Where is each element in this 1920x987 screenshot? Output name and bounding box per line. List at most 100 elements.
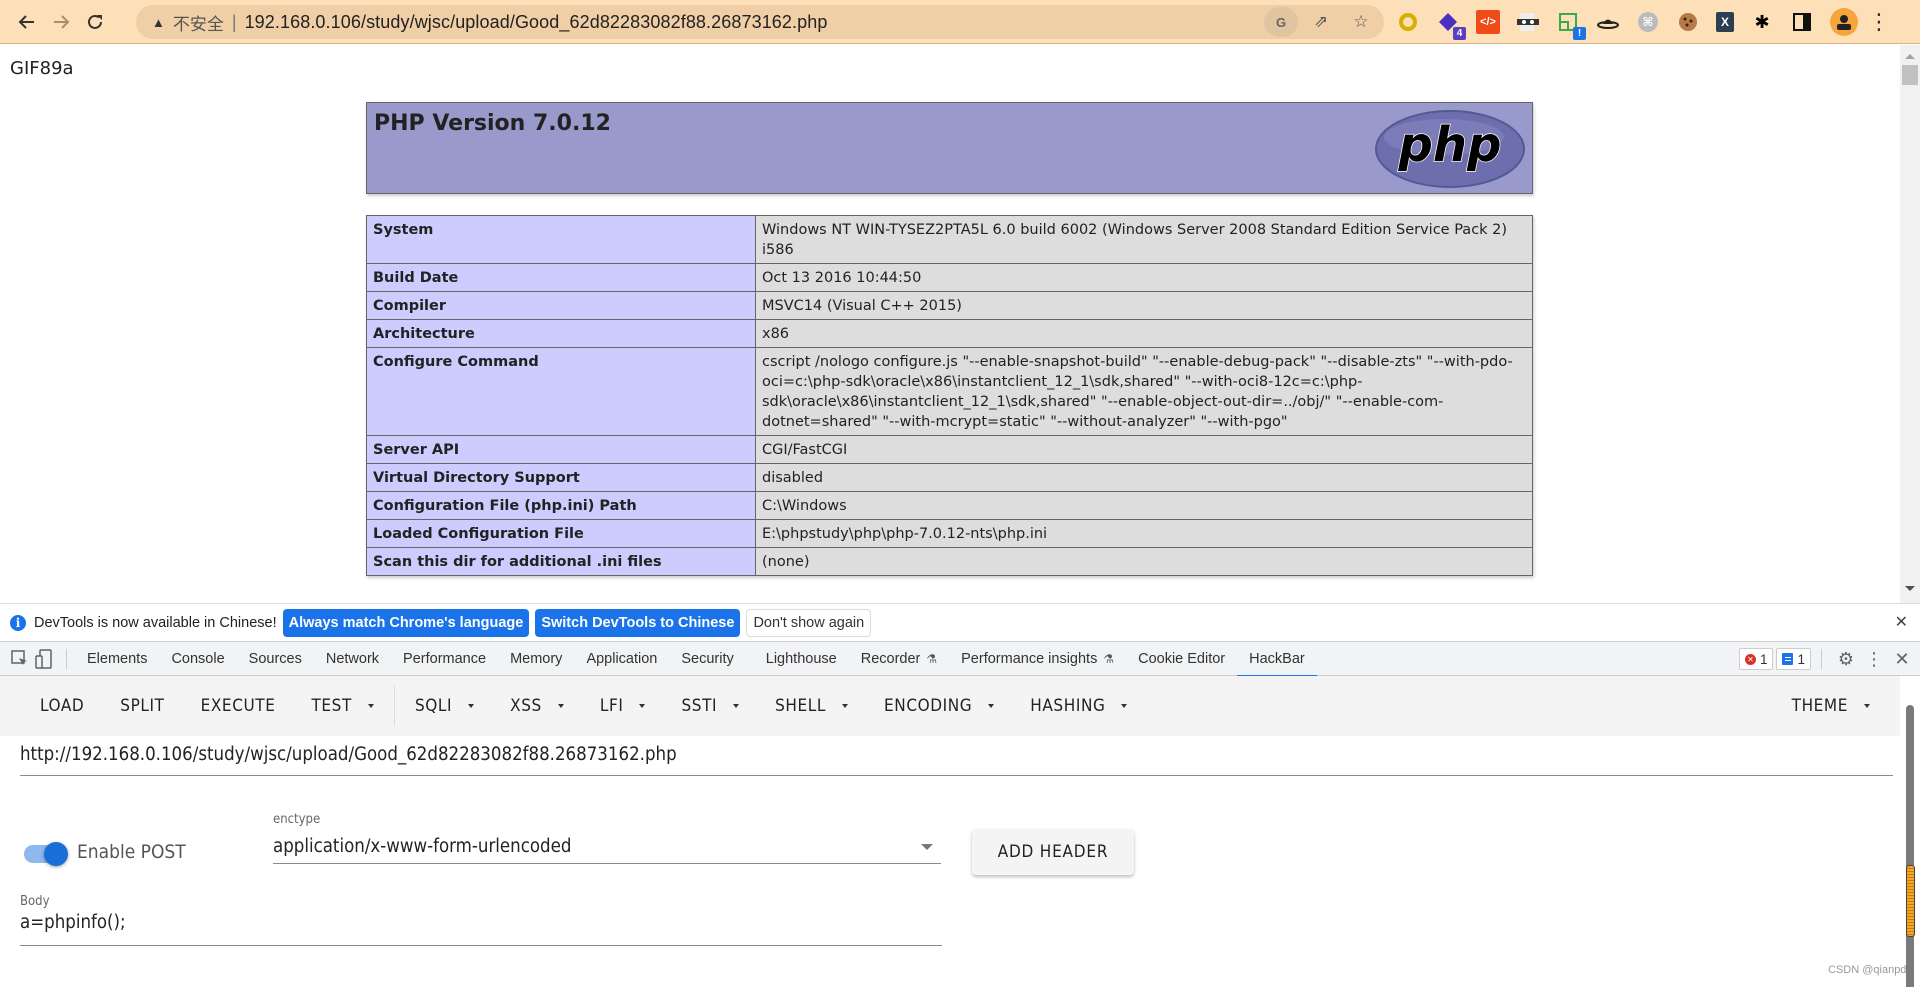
- dont-show-again-button[interactable]: Don't show again: [746, 608, 872, 637]
- hackbar-scrollbar-thumb[interactable]: [1906, 865, 1915, 937]
- x-extension[interactable]: X: [1716, 12, 1734, 32]
- banner-close-icon[interactable]: ✕: [1895, 612, 1908, 632]
- side-panel-button[interactable]: [1790, 10, 1814, 34]
- device-toolbar-button[interactable]: [32, 647, 56, 671]
- tab-sources[interactable]: Sources: [237, 642, 314, 676]
- watermark: CSDN @qianpd: [1828, 964, 1907, 976]
- scrollbar-thumb[interactable]: [1902, 65, 1918, 85]
- url-input-value[interactable]: http://192.168.0.106/study/wjsc/upload/G…: [20, 744, 677, 765]
- tab-cookie-editor[interactable]: Cookie Editor: [1126, 642, 1237, 676]
- cookie-extension[interactable]: [1676, 10, 1700, 34]
- purple-diamond-extension[interactable]: 4: [1436, 10, 1466, 40]
- yellow-ring-extension[interactable]: [1396, 10, 1420, 34]
- experimental-flask-icon: ⚗: [1103, 651, 1115, 666]
- hashing-menu-button[interactable]: HASHING: [1012, 684, 1145, 728]
- forward-button[interactable]: [44, 5, 78, 39]
- hashing-menu-label: HASHING: [1030, 696, 1106, 716]
- tab-performance[interactable]: Performance: [391, 642, 498, 676]
- browser-menu-button[interactable]: ⋮: [1868, 9, 1890, 35]
- tab-elements[interactable]: Elements: [75, 642, 159, 676]
- green-window-extension[interactable]: !: [1556, 10, 1586, 40]
- shell-menu-button[interactable]: SHELL: [757, 684, 866, 728]
- gif-header-text: GIF89a: [10, 58, 74, 79]
- theme-menu-label: THEME: [1791, 696, 1848, 716]
- url-input[interactable]: http://192.168.0.106/study/wjsc/upload/G…: [20, 736, 1893, 776]
- lfi-menu-button[interactable]: LFI: [582, 684, 664, 728]
- tab-performance-insights[interactable]: Performance insights ⚗: [949, 642, 1126, 676]
- phpinfo-key: Configure Command: [366, 347, 756, 436]
- enctype-select[interactable]: enctype application/x-www-form-urlencode…: [273, 812, 941, 864]
- close-devtools-button[interactable]: ✕: [1888, 645, 1916, 673]
- security-label[interactable]: 不安全: [173, 10, 224, 35]
- mask-extension[interactable]: [1516, 10, 1540, 34]
- tab-network[interactable]: Network: [314, 642, 391, 676]
- phpinfo-key: Virtual Directory Support: [366, 463, 756, 492]
- translate-button[interactable]: G: [1264, 7, 1298, 37]
- enable-post-label[interactable]: Enable POST: [77, 841, 186, 863]
- dropdown-arrow-icon[interactable]: [921, 844, 933, 850]
- test-menu-button[interactable]: TEST: [293, 684, 391, 728]
- tab-console[interactable]: Console: [159, 642, 236, 676]
- back-button[interactable]: [10, 5, 44, 39]
- tab-security[interactable]: Security: [669, 642, 745, 676]
- xss-menu-label: XSS: [510, 696, 542, 716]
- browser-toolbar: ▲ 不安全 | 192.168.0.106/study/wjsc/upload/…: [0, 0, 1920, 44]
- sqli-menu-label: SQLI: [414, 696, 453, 716]
- warning-icon[interactable]: ▲: [152, 15, 165, 30]
- php-version-header: PHP Version 7.0.12 php: [366, 102, 1533, 194]
- star-icon: ☆: [1353, 12, 1369, 31]
- add-header-button[interactable]: ADD HEADER: [972, 829, 1134, 875]
- hat-extension[interactable]: [1596, 10, 1620, 34]
- message-count-badge[interactable]: 1: [1776, 648, 1811, 670]
- body-input-value[interactable]: a=phpinfo();: [20, 912, 126, 933]
- phpinfo-row: Loaded Configuration File E:\phpstudy\php…: [366, 519, 1533, 548]
- tab-application[interactable]: Application: [574, 642, 669, 676]
- body-label: Body: [20, 894, 50, 909]
- phpinfo-key: Server API: [366, 435, 756, 464]
- tab-hackbar[interactable]: HackBar: [1237, 642, 1317, 677]
- theme-menu-button[interactable]: THEME: [1774, 684, 1888, 728]
- enctype-value[interactable]: application/x-www-form-urlencoded: [273, 836, 571, 857]
- scroll-up-icon[interactable]: [1905, 54, 1915, 59]
- phpinfo-container: PHP Version 7.0.12 php System Windows NT …: [366, 102, 1533, 576]
- load-button[interactable]: LOAD: [22, 684, 102, 728]
- scroll-down-icon[interactable]: [1905, 586, 1915, 591]
- extensions-menu-button[interactable]: ✱: [1750, 10, 1774, 34]
- tab-memory[interactable]: Memory: [498, 642, 574, 676]
- command-extension[interactable]: ⌘: [1636, 10, 1660, 34]
- settings-button[interactable]: ⚙: [1832, 645, 1860, 673]
- bookmark-button[interactable]: ☆: [1344, 7, 1378, 37]
- sqli-menu-button[interactable]: SQLI: [397, 684, 492, 728]
- phpinfo-key: Configuration File (php.ini) Path: [366, 491, 756, 520]
- code-extension[interactable]: </>: [1476, 10, 1500, 34]
- url-text[interactable]: 192.168.0.106/study/wjsc/upload/Good_62d…: [245, 12, 828, 33]
- caret-down-icon: [557, 704, 564, 708]
- code-icon: </>: [1480, 16, 1496, 28]
- xss-menu-button[interactable]: XSS: [492, 684, 582, 728]
- address-bar[interactable]: ▲ 不安全 | 192.168.0.106/study/wjsc/upload/…: [136, 5, 1384, 39]
- reload-button[interactable]: [78, 5, 112, 39]
- tab-recorder[interactable]: Recorder ⚗: [849, 642, 949, 676]
- divider: [393, 686, 395, 726]
- execute-button[interactable]: EXECUTE: [183, 684, 294, 728]
- devtools-menu-button[interactable]: ⋮: [1860, 645, 1888, 673]
- error-count-badge[interactable]: ✕ 1: [1738, 648, 1774, 670]
- split-button[interactable]: SPLIT: [102, 684, 182, 728]
- tab-lighthouse[interactable]: Lighthouse: [754, 642, 849, 676]
- encoding-menu-button[interactable]: ENCODING: [866, 684, 1012, 728]
- inspect-element-button[interactable]: [8, 647, 32, 671]
- ssti-menu-button[interactable]: SSTI: [663, 684, 757, 728]
- switch-to-chinese-button[interactable]: Switch DevTools to Chinese: [535, 608, 741, 637]
- share-button[interactable]: ⇗: [1304, 7, 1338, 37]
- page-scrollbar[interactable]: [1900, 45, 1920, 603]
- enable-post-toggle[interactable]: [22, 842, 68, 866]
- profile-avatar[interactable]: [1830, 8, 1858, 36]
- phpinfo-key: Compiler: [366, 291, 756, 320]
- php-version-title: PHP Version 7.0.12: [374, 111, 611, 136]
- always-match-language-button[interactable]: Always match Chrome's language: [282, 608, 530, 637]
- person-icon: [1837, 15, 1851, 30]
- phpinfo-row: Architecture x86: [366, 319, 1533, 348]
- body-input[interactable]: Body a=phpinfo();: [20, 894, 942, 946]
- error-count: 1: [1759, 651, 1768, 667]
- hackbar-scrollbar[interactable]: [1906, 705, 1914, 987]
